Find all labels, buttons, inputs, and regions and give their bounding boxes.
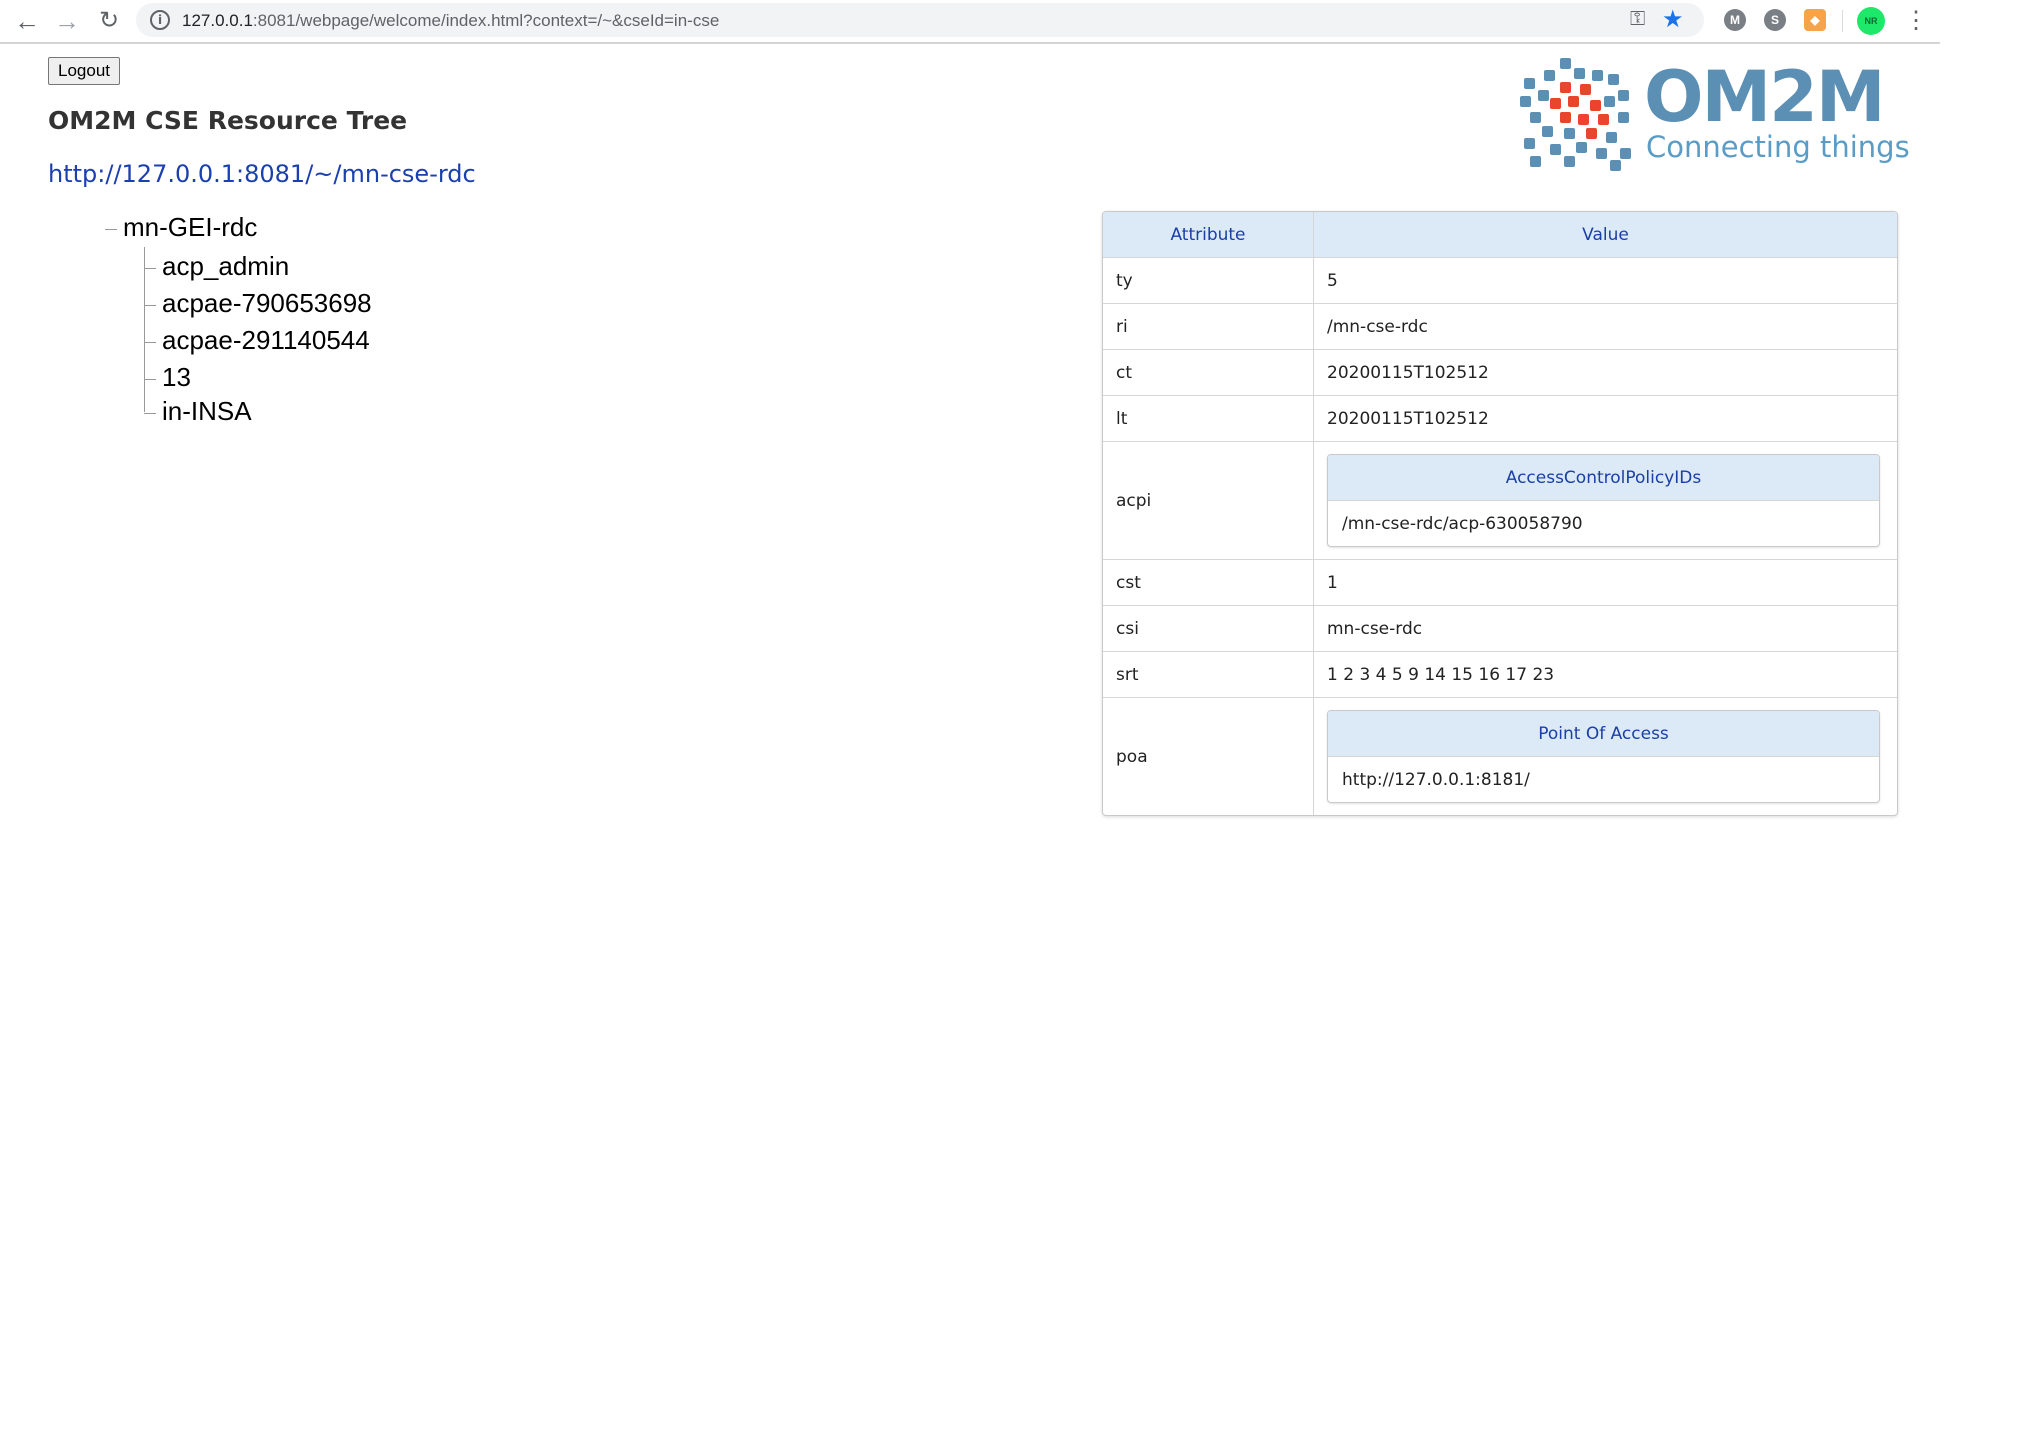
- tree-root-label: mn-GEI-rdc: [123, 212, 258, 242]
- table-row: ct 20200115T102512: [1103, 349, 1897, 395]
- profile-avatar[interactable]: NR: [1857, 7, 1885, 35]
- value-cell: /mn-cse-rdc: [1327, 316, 1428, 337]
- attribute-cell: poa: [1103, 698, 1314, 815]
- tree-connector: [144, 267, 156, 269]
- table-row: cst 1: [1103, 559, 1897, 605]
- tree-node-label: 13: [162, 362, 191, 392]
- key-icon[interactable]: ⚿: [1630, 8, 1645, 31]
- tree-node[interactable]: in-INSA: [144, 396, 252, 427]
- logout-button[interactable]: Logout: [48, 57, 120, 85]
- extension-s-icon[interactable]: S: [1764, 9, 1786, 31]
- tree-connector: [144, 378, 156, 380]
- tree-node-label: acp_admin: [162, 251, 290, 281]
- tree-root-node[interactable]: mn-GEI-rdc: [105, 212, 257, 243]
- tree-node[interactable]: acpae-790653698: [144, 288, 372, 319]
- address-bar[interactable]: i 127.0.0.1:8081/webpage/welcome/index.h…: [136, 3, 1704, 37]
- cse-url-link[interactable]: http://127.0.0.1:8081/~/mn-cse-rdc: [48, 160, 476, 188]
- column-header-value: Value: [1582, 224, 1629, 245]
- poa-subtable: Point Of Access http://127.0.0.1:8181/: [1327, 710, 1880, 803]
- om2m-logo: OM2M Connecting things: [1520, 56, 1910, 171]
- tree-node-label: in-INSA: [162, 396, 252, 426]
- url-path: :8081/webpage/welcome/index.html?context…: [252, 11, 720, 30]
- value-cell: 1 2 3 4 5 9 14 15 16 17 23: [1327, 664, 1555, 685]
- bookmark-star-icon[interactable]: ★: [1662, 5, 1684, 34]
- subtable-value: /mn-cse-rdc/acp-630058790: [1328, 500, 1879, 546]
- tree-node-label: acpae-291140544: [162, 325, 370, 355]
- back-arrow-icon[interactable]: ←: [12, 6, 42, 36]
- value-cell: 1: [1327, 572, 1338, 593]
- reload-icon[interactable]: ↻: [94, 6, 124, 36]
- forward-arrow-icon[interactable]: →: [52, 6, 82, 36]
- logo-mosaic-icon: [1520, 56, 1636, 171]
- table-row: lt 20200115T102512: [1103, 395, 1897, 441]
- attribute-cell: ty: [1103, 258, 1314, 303]
- attribute-table: Attribute Value ty 5 ri /mn-cse-rdc ct 2…: [1102, 211, 1898, 816]
- tree-node-label: acpae-790653698: [162, 288, 372, 318]
- url-host: 127.0.0.1: [182, 11, 253, 30]
- attribute-cell: acpi: [1103, 442, 1314, 559]
- tree-node[interactable]: 13: [144, 362, 191, 393]
- browser-toolbar: ← → ↻ i 127.0.0.1:8081/webpage/welcome/i…: [0, 0, 1940, 44]
- avatar-initials: NR: [1864, 16, 1878, 26]
- logo-wordmark: OM2M: [1644, 56, 1886, 138]
- value-cell: 20200115T102512: [1327, 408, 1489, 429]
- value-cell: 20200115T102512: [1327, 362, 1489, 383]
- value-cell: mn-cse-rdc: [1327, 618, 1423, 639]
- column-header-attribute: Attribute: [1103, 212, 1314, 257]
- attribute-cell: ri: [1103, 304, 1314, 349]
- value-cell: 5: [1327, 270, 1338, 291]
- table-row: acpi AccessControlPolicyIDs /mn-cse-rdc/…: [1103, 441, 1897, 559]
- table-row: poa Point Of Access http://127.0.0.1:818…: [1103, 697, 1897, 815]
- tree-node[interactable]: acp_admin: [144, 251, 289, 282]
- kebab-menu-icon[interactable]: ⋮: [1904, 6, 1928, 35]
- toolbar-divider: [1842, 10, 1843, 32]
- attribute-cell: ct: [1103, 350, 1314, 395]
- table-row: srt 1 2 3 4 5 9 14 15 16 17 23: [1103, 651, 1897, 697]
- subtable-header: Point Of Access: [1328, 711, 1879, 756]
- tree-connector: [144, 341, 156, 343]
- value-cell: Point Of Access http://127.0.0.1:8181/: [1314, 698, 1897, 815]
- attribute-cell: csi: [1103, 606, 1314, 651]
- info-icon[interactable]: i: [150, 10, 170, 30]
- tree-connector: [105, 228, 117, 230]
- table-row: ty 5: [1103, 257, 1897, 303]
- attribute-cell: srt: [1103, 652, 1314, 697]
- extension-box-icon[interactable]: ◆: [1804, 9, 1826, 31]
- logo-tagline: Connecting things: [1646, 130, 1910, 164]
- page-title: OM2M CSE Resource Tree: [48, 106, 408, 135]
- attribute-cell: lt: [1103, 396, 1314, 441]
- table-row: ri /mn-cse-rdc: [1103, 303, 1897, 349]
- tree-node[interactable]: acpae-291140544: [144, 325, 370, 356]
- value-cell: AccessControlPolicyIDs /mn-cse-rdc/acp-6…: [1314, 442, 1897, 559]
- subtable-value: http://127.0.0.1:8181/: [1328, 756, 1879, 802]
- tree-connector: [144, 412, 156, 414]
- url-text[interactable]: 127.0.0.1:8081/webpage/welcome/index.htm…: [182, 11, 719, 31]
- table-row: csi mn-cse-rdc: [1103, 605, 1897, 651]
- tree-connector: [144, 304, 156, 306]
- table-header-row: Attribute Value: [1103, 212, 1897, 257]
- subtable-header: AccessControlPolicyIDs: [1328, 455, 1879, 500]
- extension-m-icon[interactable]: M: [1724, 9, 1746, 31]
- attribute-cell: cst: [1103, 560, 1314, 605]
- acpi-subtable: AccessControlPolicyIDs /mn-cse-rdc/acp-6…: [1327, 454, 1880, 547]
